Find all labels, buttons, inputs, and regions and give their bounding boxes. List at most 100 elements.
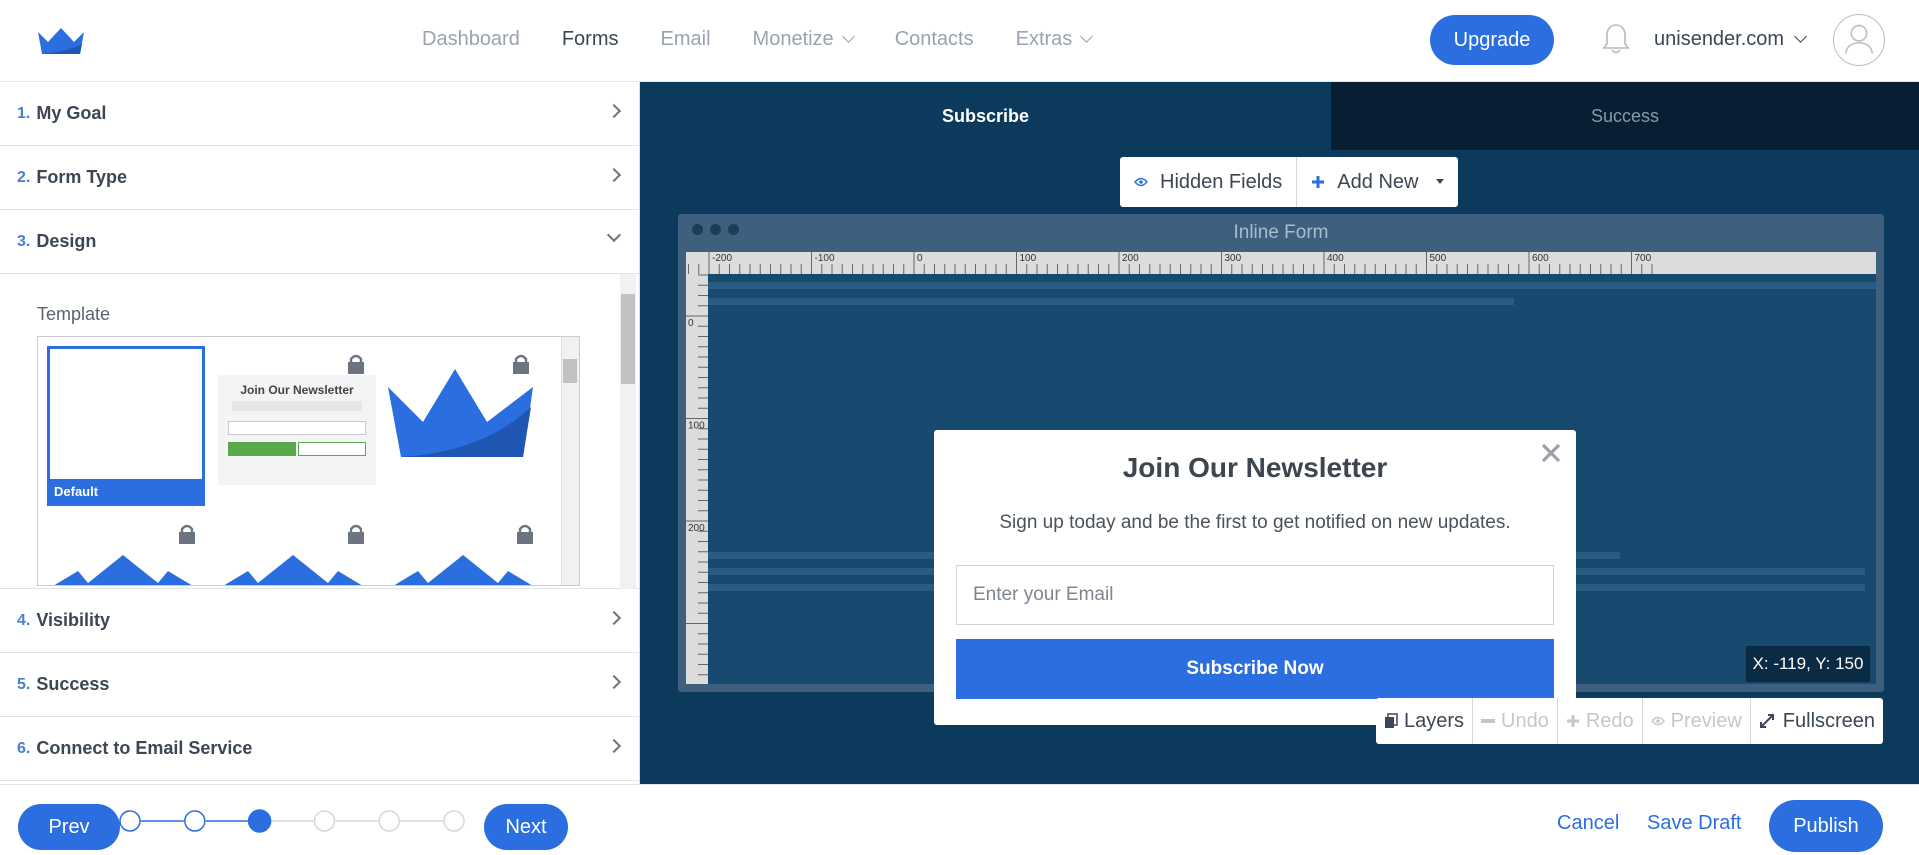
- prev-button[interactable]: Prev: [18, 804, 120, 850]
- lock-icon: [517, 524, 533, 544]
- nav-monetize[interactable]: Monetize: [752, 28, 855, 51]
- upgrade-button[interactable]: Upgrade: [1430, 15, 1554, 65]
- step-connect-email[interactable]: 6. Connect to Email Service: [0, 717, 639, 781]
- ruler-tick-label: 100: [1020, 253, 1037, 264]
- field-toolbar: Hidden Fields Add New: [1120, 157, 1459, 207]
- template-default[interactable]: Default: [47, 346, 205, 506]
- ruler-tick-label: 600: [1532, 253, 1549, 264]
- nav-extras[interactable]: Extras: [1015, 28, 1094, 51]
- layers-button[interactable]: Layers: [1376, 698, 1474, 744]
- account-menu[interactable]: unisender.com: [1654, 28, 1807, 51]
- progress-step-dot[interactable]: [119, 810, 141, 832]
- step-success[interactable]: 5. Success: [0, 653, 639, 717]
- form-editor: Subscribe Success Hidden Fields Add New …: [640, 82, 1919, 784]
- bell-icon[interactable]: [1601, 22, 1631, 56]
- progress-step-dot[interactable]: [443, 810, 465, 832]
- gallery-scroll-thumb[interactable]: [563, 359, 577, 383]
- template-newsletter[interactable]: Join Our Newsletter: [218, 375, 376, 485]
- lock-icon: [348, 524, 364, 544]
- nav-forms[interactable]: Forms: [562, 28, 619, 51]
- ruler-tick-label: 700: [1635, 253, 1652, 264]
- lock-icon: [348, 354, 364, 374]
- close-icon[interactable]: [1540, 442, 1562, 464]
- add-new-button[interactable]: Add New: [1297, 157, 1458, 207]
- add-new-label: Add New: [1337, 170, 1419, 193]
- chevron-right-icon: [606, 674, 622, 690]
- nav-dashboard[interactable]: Dashboard: [422, 28, 520, 51]
- ruler-tick-label: 0: [917, 253, 923, 264]
- save-draft-link[interactable]: Save Draft: [1647, 812, 1741, 835]
- ruler-tick-label: 400: [1327, 253, 1344, 264]
- chevron-right-icon: [606, 738, 622, 754]
- panel-scroll-thumb[interactable]: [621, 294, 635, 384]
- subscribe-button[interactable]: Subscribe Now: [956, 639, 1554, 699]
- popup-title[interactable]: Join Our Newsletter: [934, 452, 1576, 484]
- redo-button[interactable]: Redo: [1558, 698, 1643, 744]
- template-name: Default: [50, 479, 202, 503]
- progress-step-dot[interactable]: [184, 810, 206, 832]
- template-row-crowns[interactable]: [48, 555, 558, 586]
- nav-label: Forms: [561, 28, 619, 50]
- nav-label: Extras: [1015, 28, 1073, 50]
- step-design[interactable]: 3. Design: [0, 210, 639, 274]
- ruler-tick-label: 0: [688, 318, 694, 329]
- step-number: 5.: [17, 675, 31, 693]
- hidden-fields-label: Hidden Fields: [1160, 170, 1283, 193]
- cursor-coordinates: X: -119, Y: 150: [1746, 646, 1870, 682]
- ruler-tick-label: 200: [688, 523, 705, 534]
- step-my-goal[interactable]: 1. My Goal: [0, 82, 639, 146]
- template-crown[interactable]: [383, 367, 541, 457]
- email-field[interactable]: Enter your Email: [956, 565, 1554, 625]
- frame-title: Inline Form: [1233, 222, 1329, 243]
- chevron-down-icon: [841, 30, 855, 43]
- layers-label: Layers: [1404, 709, 1465, 732]
- tab-subscribe[interactable]: Subscribe: [640, 82, 1331, 150]
- plus-icon: [1312, 176, 1325, 188]
- step-label: Visibility: [36, 610, 111, 630]
- chevron-down-icon: [606, 227, 622, 243]
- progress-step-dot[interactable]: [313, 810, 336, 832]
- newsletter-popup[interactable]: Join Our Newsletter Sign up today and be…: [934, 430, 1576, 725]
- progress-step-dot[interactable]: [378, 810, 400, 832]
- chevron-right-icon: [606, 103, 622, 119]
- eye-icon: [1650, 716, 1665, 726]
- step-label: Design: [36, 231, 97, 251]
- nav-label: Monetize: [752, 28, 834, 50]
- crown-logo-icon[interactable]: [36, 26, 86, 56]
- publish-button[interactable]: Publish: [1769, 800, 1883, 852]
- cancel-link[interactable]: Cancel: [1557, 812, 1619, 835]
- chevron-right-icon: [606, 167, 622, 183]
- nav-email[interactable]: Email: [661, 28, 711, 51]
- template-thumb-title: Join Our Newsletter: [240, 383, 354, 397]
- wizard-footer: Prev Next Cancel Save Draft Publish: [0, 784, 1919, 855]
- ruler-tick-label: 500: [1430, 253, 1447, 264]
- step-label: My Goal: [36, 103, 107, 123]
- chevron-down-icon: [1794, 30, 1807, 43]
- undo-button[interactable]: Undo: [1473, 698, 1558, 744]
- step-number: 3.: [17, 232, 31, 250]
- template-gallery: Default Join Our Newsletter: [37, 336, 580, 586]
- ruler-tick-label: 100: [688, 421, 705, 432]
- next-button[interactable]: Next: [484, 804, 568, 850]
- ruler-tick-label: -100: [815, 253, 835, 264]
- step-label: Connect to Email Service: [36, 738, 253, 758]
- caret-down-icon: [1436, 179, 1445, 184]
- hidden-fields-button[interactable]: Hidden Fields: [1120, 157, 1298, 207]
- nav-label: Email: [660, 28, 711, 50]
- step-visibility[interactable]: 4. Visibility: [0, 589, 639, 653]
- step-form-type[interactable]: 2. Form Type: [0, 146, 639, 210]
- fullscreen-button[interactable]: Fullscreen: [1751, 698, 1883, 744]
- ruler-tick-label: -200: [712, 253, 732, 264]
- preview-button[interactable]: Preview: [1643, 698, 1751, 744]
- progress-step-dot[interactable]: [247, 809, 272, 833]
- popup-subtitle[interactable]: Sign up today and be the first to get no…: [934, 512, 1576, 534]
- avatar[interactable]: [1833, 14, 1885, 66]
- ruler-tick-label: 200: [1122, 253, 1139, 264]
- vertical-ruler[interactable]: 0 100 200: [686, 274, 708, 684]
- nav-contacts[interactable]: Contacts: [895, 28, 974, 51]
- nav-label: Contacts: [894, 28, 974, 50]
- step-label: Form Type: [36, 167, 128, 187]
- tab-success[interactable]: Success: [1331, 82, 1919, 150]
- undo-label: Undo: [1501, 709, 1549, 732]
- horizontal-ruler[interactable]: -200 -100 0 100 200 300 400 500 600 700: [686, 252, 1876, 274]
